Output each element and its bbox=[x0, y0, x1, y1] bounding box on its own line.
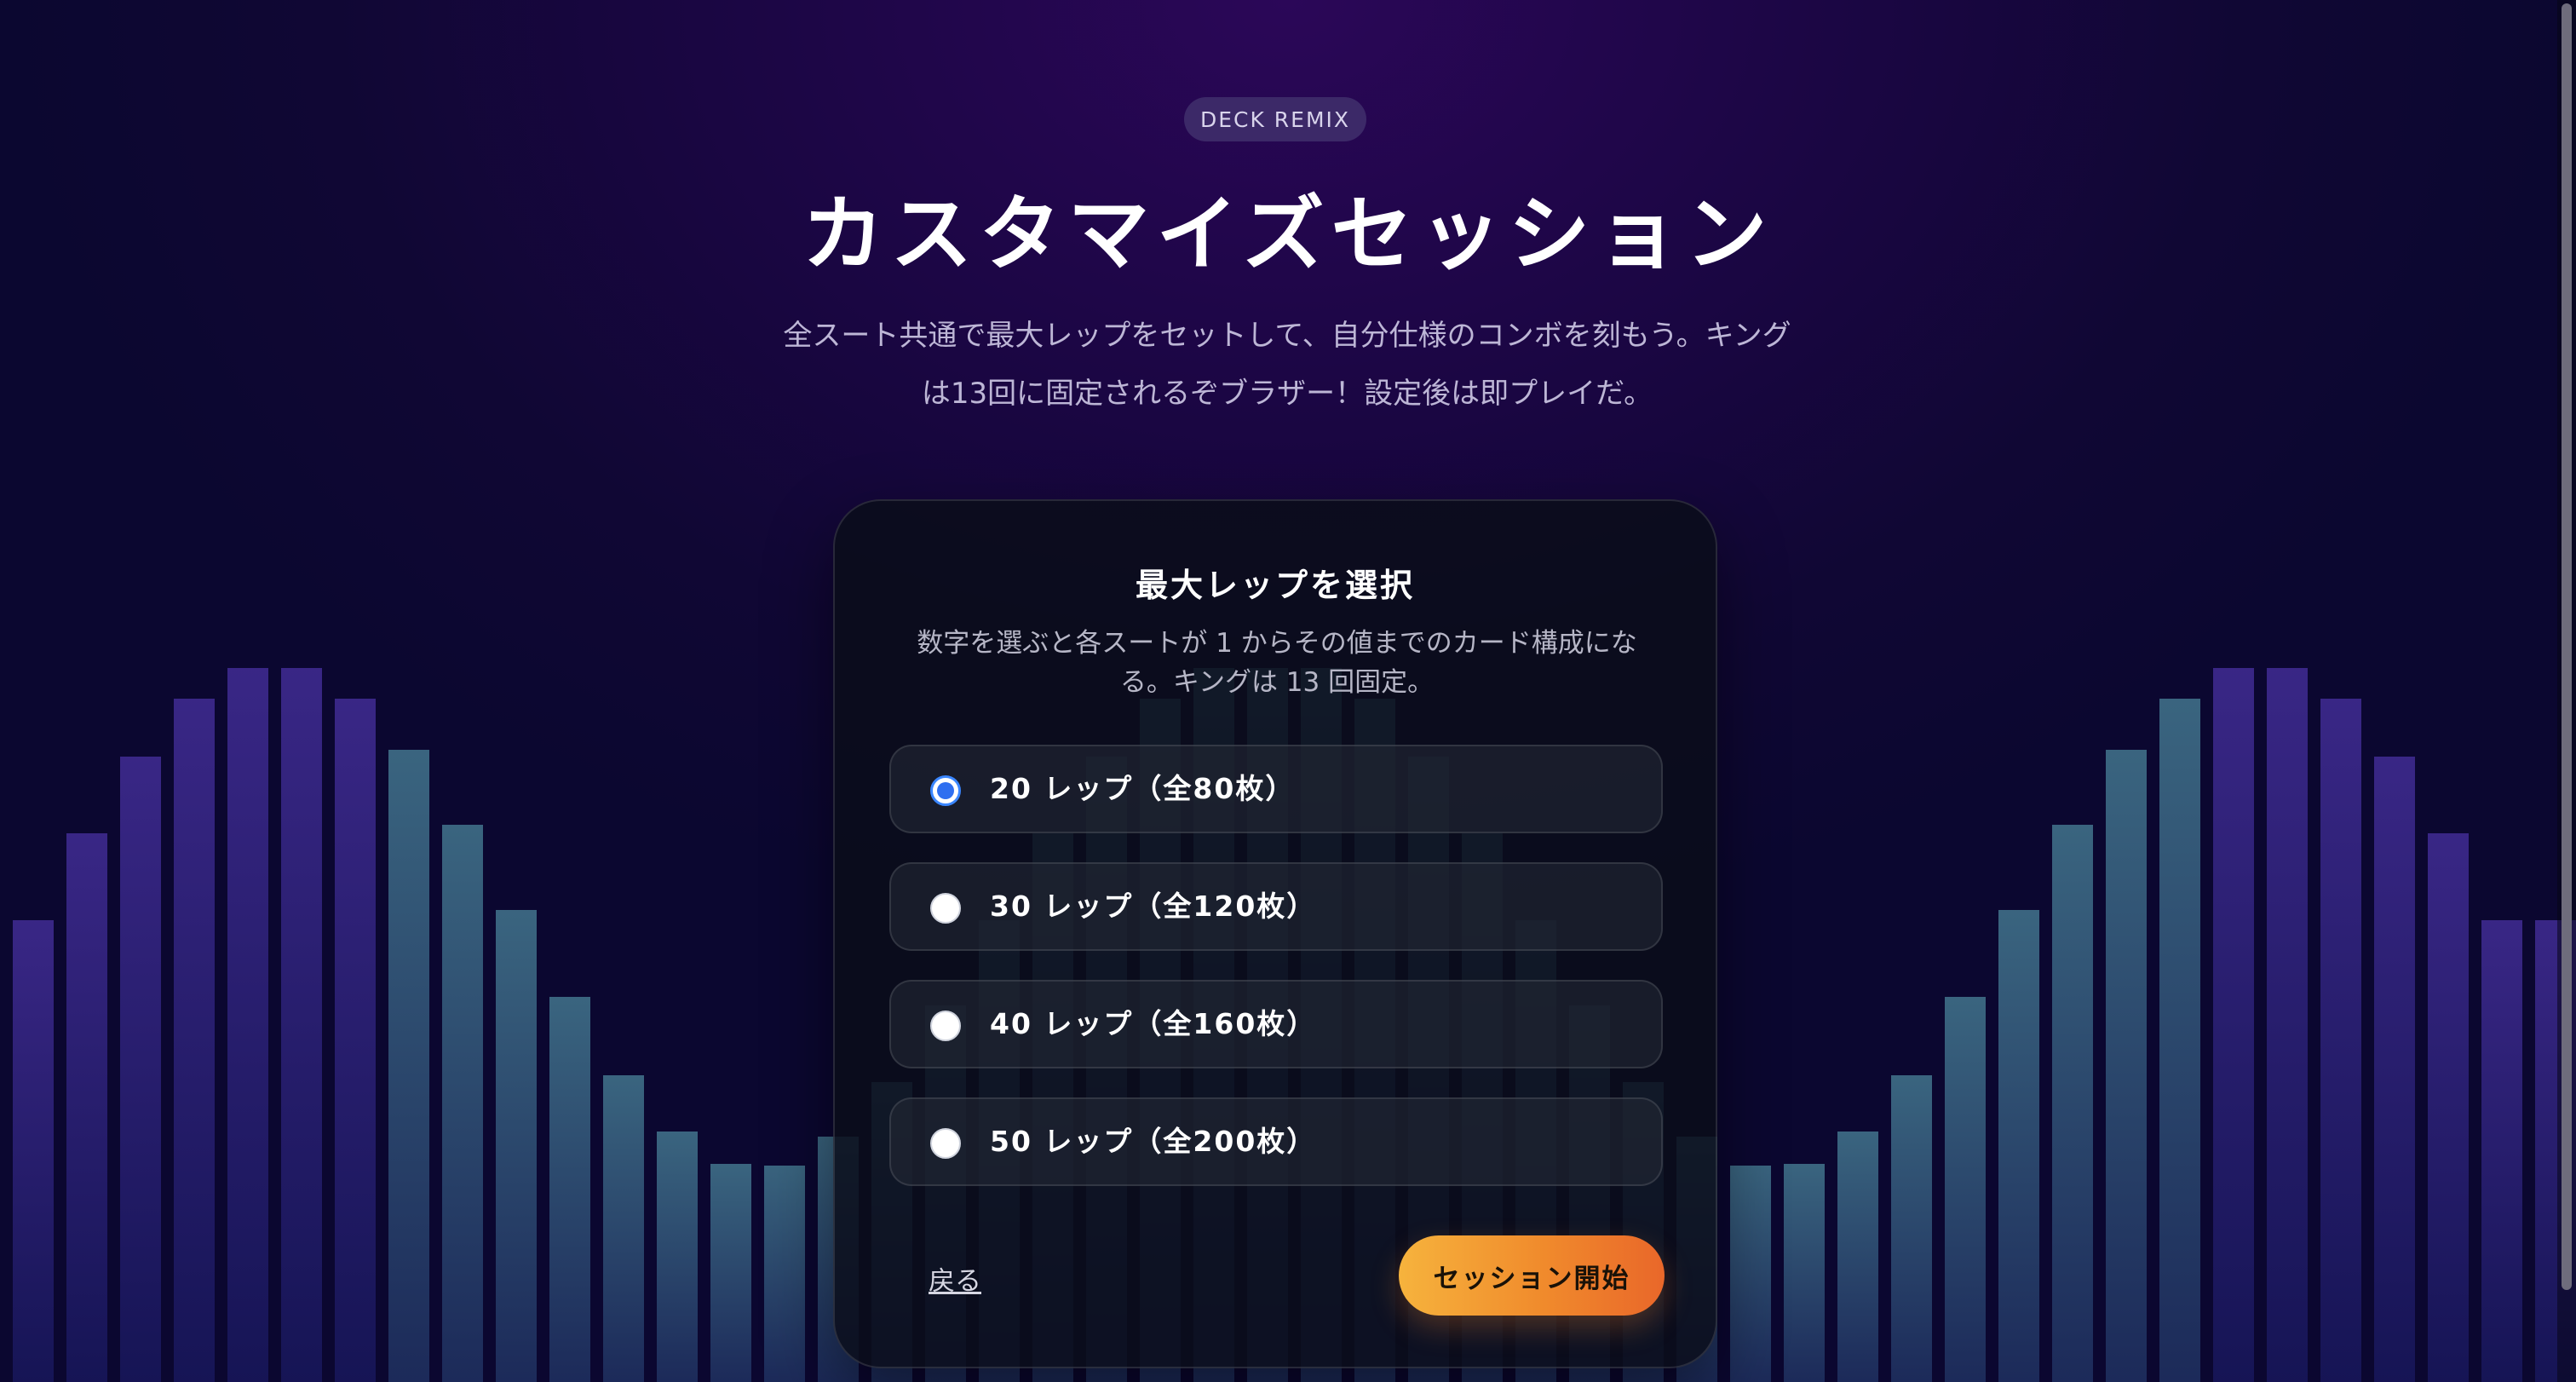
equalizer-bar bbox=[710, 1164, 751, 1382]
card-description: 数字を選ぶと各スートが 1 からその値までのカード構成にな る。キングは 13 … bbox=[888, 624, 1666, 702]
brand-badge: DECK REMIX bbox=[1184, 97, 1366, 141]
page-description-line-2: は13回に固定されるぞブラザー！設定後は即プレイだ。 bbox=[921, 377, 1653, 411]
equalizer-bar bbox=[2213, 668, 2254, 1382]
equalizer-bar bbox=[764, 1166, 805, 1382]
equalizer-bar bbox=[2052, 825, 2093, 1382]
equalizer-bar bbox=[2267, 668, 2308, 1382]
page-title: カスタマイズセッション bbox=[802, 187, 1774, 282]
scrollbar-thumb[interactable] bbox=[2562, 3, 2572, 1290]
equalizer-bar bbox=[388, 750, 429, 1382]
equalizer-bar bbox=[1945, 997, 1986, 1382]
rep-option-40[interactable]: 40 レップ（全160枚） bbox=[889, 980, 1663, 1068]
card-description-line-1: 数字を選ぶと各スートが 1 からその値までのカード構成にな bbox=[917, 628, 1637, 659]
equalizer-bar bbox=[2106, 750, 2147, 1382]
rep-option-50[interactable]: 50 レップ（全200枚） bbox=[889, 1097, 1663, 1186]
start-session-button[interactable]: セッション開始 bbox=[1399, 1235, 1665, 1316]
rep-option-label: 20 レップ（全80枚） bbox=[990, 772, 1296, 805]
back-link[interactable]: 戻る bbox=[929, 1259, 981, 1298]
equalizer-bar bbox=[2320, 699, 2361, 1382]
equalizer-bar bbox=[13, 920, 54, 1382]
rep-option-30[interactable]: 30 レップ（全120枚） bbox=[889, 862, 1663, 951]
rep-selection-card: 最大レップを選択 数字を選ぶと各スートが 1 からその値までのカード構成にな る… bbox=[833, 499, 1717, 1368]
page-description-line-1: 全スート共通で最大レップをセットして、自分仕様のコンボを刻もう。キング bbox=[783, 319, 1791, 353]
rep-option-label: 30 レップ（全120枚） bbox=[990, 890, 1317, 923]
equalizer-bar bbox=[120, 757, 161, 1382]
card-title: 最大レップを選択 bbox=[1135, 567, 1415, 604]
rep-option-label: 40 レップ（全160枚） bbox=[990, 1007, 1317, 1040]
equalizer-bar bbox=[2481, 920, 2522, 1382]
rep-option-label: 50 レップ（全200枚） bbox=[990, 1125, 1317, 1158]
rep-option-20[interactable]: 20 レップ（全80枚） bbox=[889, 745, 1663, 833]
equalizer-bar bbox=[1891, 1075, 1932, 1382]
equalizer-bar bbox=[1730, 1166, 1771, 1382]
equalizer-bar bbox=[174, 699, 215, 1382]
equalizer-bar bbox=[2159, 699, 2200, 1382]
equalizer-bar bbox=[66, 833, 107, 1382]
equalizer-bar bbox=[603, 1075, 644, 1382]
radio-button-50[interactable] bbox=[930, 1128, 961, 1159]
equalizer-bar bbox=[549, 997, 590, 1382]
equalizer-bar bbox=[281, 668, 322, 1382]
equalizer-bar bbox=[227, 668, 268, 1382]
equalizer-bar bbox=[442, 825, 483, 1382]
equalizer-bar bbox=[2428, 833, 2469, 1382]
equalizer-bar bbox=[1998, 910, 2039, 1382]
equalizer-bar bbox=[335, 699, 376, 1382]
radio-button-20[interactable] bbox=[930, 775, 961, 806]
equalizer-bar bbox=[657, 1132, 698, 1382]
equalizer-bar bbox=[1837, 1132, 1878, 1382]
card-description-line-2: る。キングは 13 回固定。 bbox=[1119, 667, 1435, 698]
equalizer-bar bbox=[1784, 1164, 1825, 1382]
radio-button-40[interactable] bbox=[930, 1011, 961, 1041]
equalizer-bar bbox=[2374, 757, 2415, 1382]
scrollbar[interactable] bbox=[2557, 0, 2576, 1382]
radio-button-30[interactable] bbox=[930, 893, 961, 924]
equalizer-bar bbox=[496, 910, 537, 1382]
page-description: 全スート共通で最大レップをセットして、自分仕様のコンボを刻もう。キング は13回… bbox=[729, 307, 1845, 423]
